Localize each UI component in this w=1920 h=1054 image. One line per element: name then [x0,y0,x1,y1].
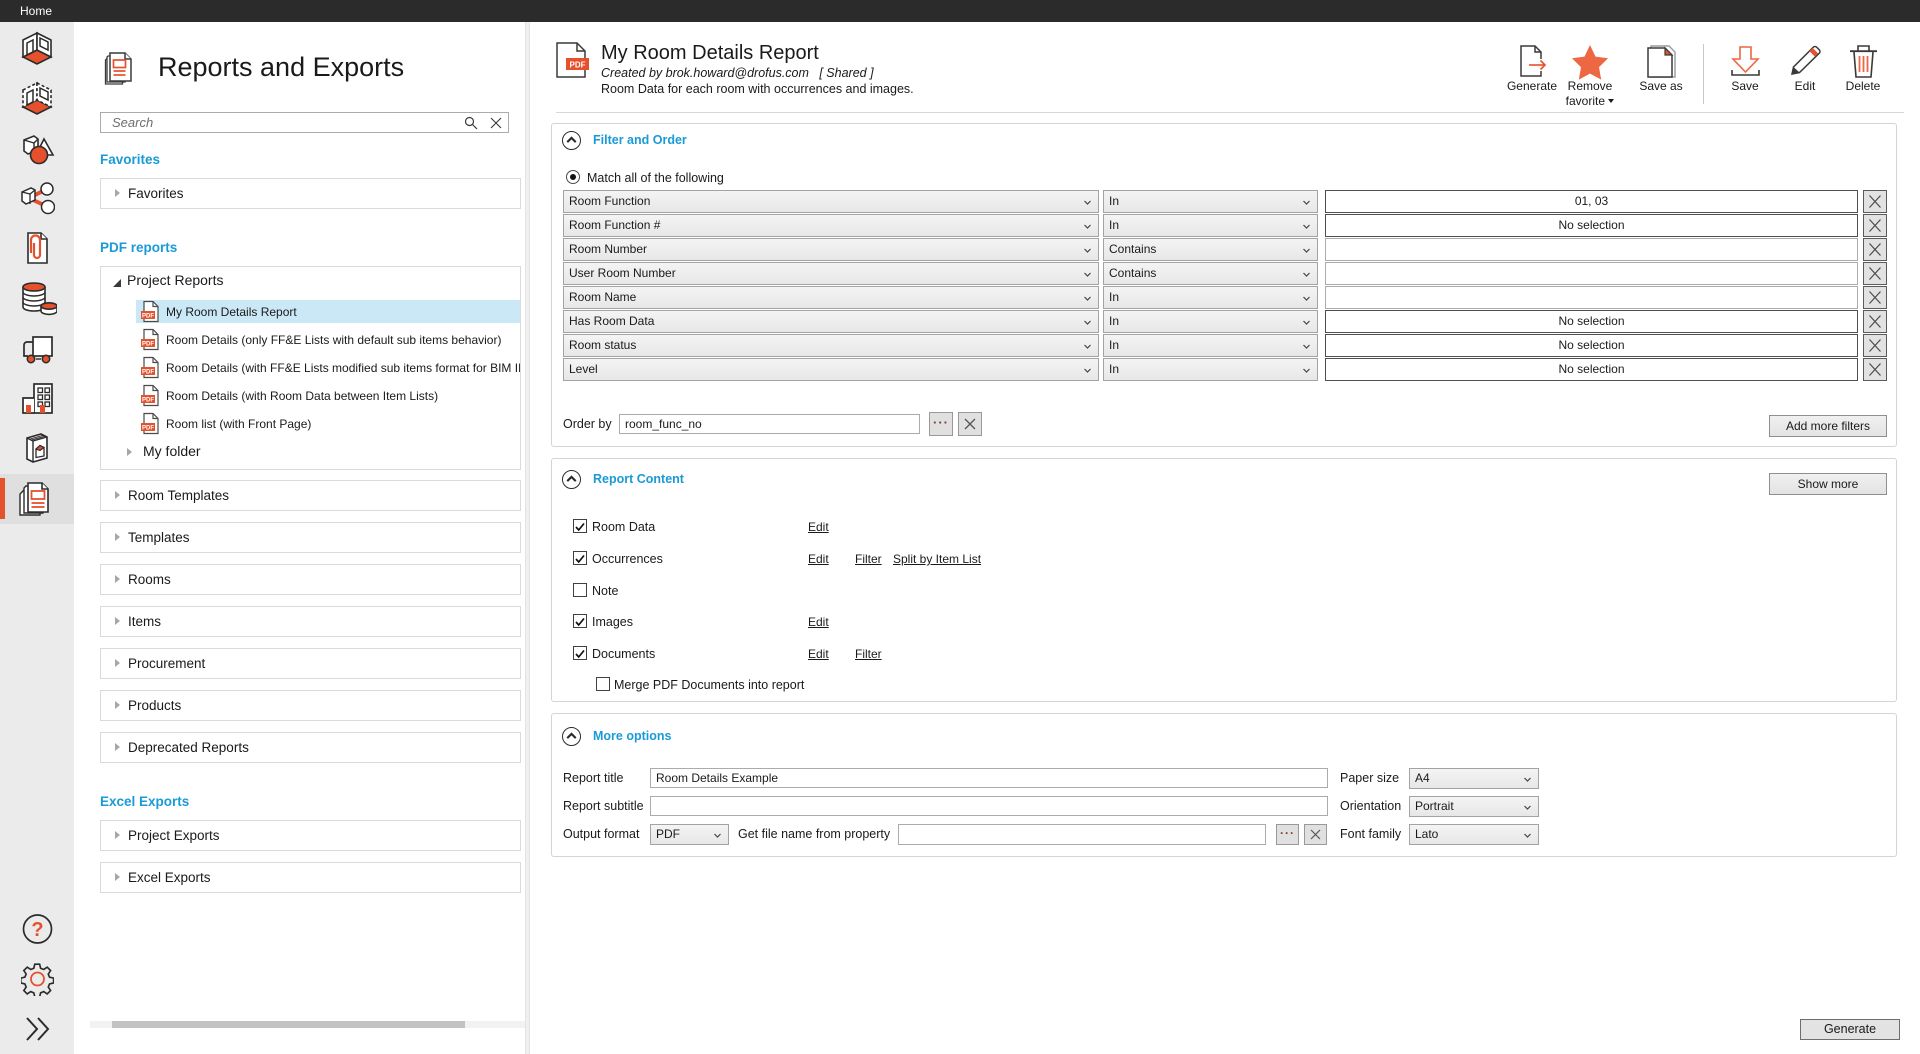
svg-text:PDF: PDF [142,397,154,403]
svg-text:PDF: PDF [142,369,154,375]
svg-text:PDF: PDF [142,341,154,347]
svg-text:PDF: PDF [142,425,154,431]
svg-text:PDF: PDF [142,313,154,319]
svg-text:?: ? [31,919,43,941]
svg-text:PDF: PDF [570,60,586,69]
